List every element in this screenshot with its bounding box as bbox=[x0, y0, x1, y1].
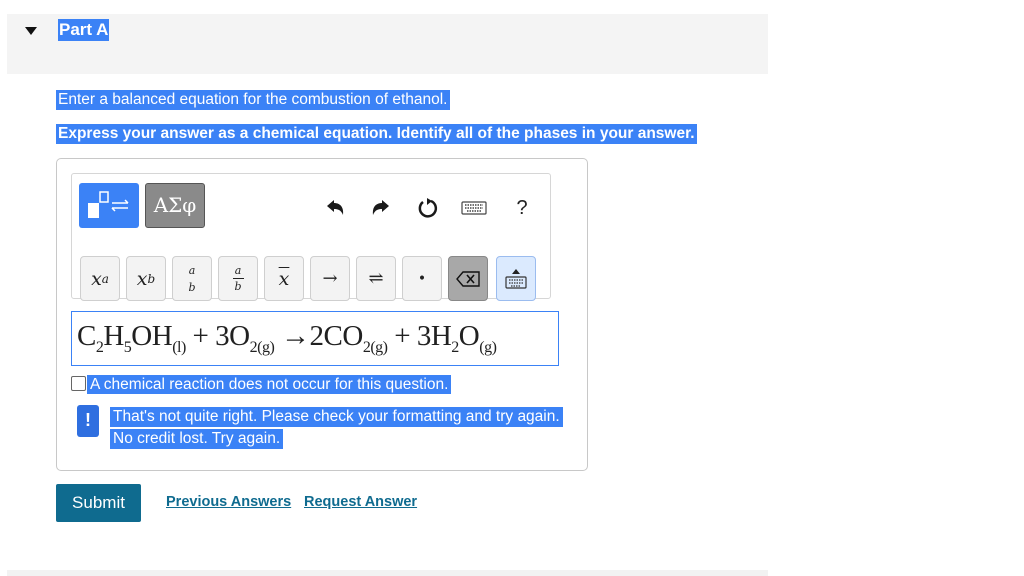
superscript-key-exp: a bbox=[101, 271, 109, 286]
feedback-note: No credit lost. Try again. bbox=[110, 429, 284, 449]
part-title: Part A bbox=[58, 19, 110, 41]
keyboard-up-icon bbox=[505, 268, 527, 289]
ratio-key[interactable]: ab bbox=[218, 256, 258, 301]
eq-co2-sub: 2(g) bbox=[362, 339, 388, 356]
greek-symbols-tab[interactable]: ΑΣφ bbox=[145, 183, 205, 228]
collapse-triangle-icon[interactable] bbox=[24, 24, 38, 36]
undo-icon[interactable] bbox=[322, 194, 350, 222]
ratio-key-den: b bbox=[234, 280, 242, 293]
redo-icon[interactable] bbox=[366, 194, 394, 222]
templates-tab[interactable] bbox=[79, 183, 139, 228]
fraction-key-num: a bbox=[188, 263, 196, 277]
no-reaction-label: A chemical reaction does not occur for t… bbox=[87, 375, 452, 394]
eq-h: H bbox=[103, 320, 124, 352]
eq-oxygen-sub: 2(g) bbox=[249, 339, 275, 356]
arrow-key[interactable]: → bbox=[310, 256, 350, 301]
templates-icon bbox=[88, 191, 129, 218]
feedback-message: That's not quite right. Please check you… bbox=[110, 407, 563, 427]
keyboard-toggle-key[interactable] bbox=[496, 256, 536, 301]
no-reaction-checkbox[interactable] bbox=[71, 376, 86, 391]
submit-button[interactable]: Submit bbox=[56, 484, 141, 522]
request-answer-link[interactable]: Request Answer bbox=[304, 494, 417, 510]
previous-answers-link[interactable]: Previous Answers bbox=[166, 494, 291, 510]
ratio-key-num: a bbox=[234, 264, 242, 277]
alert-icon: ! bbox=[77, 405, 99, 437]
subscript-key-sub: b bbox=[147, 271, 156, 286]
eq-water-h-sub: 2 bbox=[451, 339, 459, 356]
fraction-key[interactable]: ab bbox=[172, 256, 212, 301]
question-instruction: Express your answer as a chemical equati… bbox=[56, 124, 697, 144]
eq-water-h: + 3H bbox=[387, 320, 452, 352]
next-part-header bbox=[7, 570, 768, 576]
eq-oxygen: + 3O bbox=[185, 320, 251, 352]
equation-input[interactable]: C2H5OH(l) + 3O2(g) →2CO2(g) + 3H2O(g) bbox=[71, 311, 559, 366]
question-prompt: Enter a balanced equation for the combus… bbox=[56, 90, 450, 110]
eq-water-o: O bbox=[458, 320, 480, 352]
backspace-icon bbox=[456, 270, 480, 287]
eq-water-phase: (g) bbox=[479, 339, 497, 356]
keyboard-icon[interactable] bbox=[460, 194, 488, 222]
math-toolbar: ΑΣφ ? xa xb ab ab x → ⇌ • bbox=[71, 173, 551, 301]
backspace-key[interactable] bbox=[448, 256, 488, 301]
subscript-key[interactable]: xb bbox=[126, 256, 166, 301]
help-button[interactable]: ? bbox=[508, 194, 536, 222]
part-header bbox=[7, 14, 768, 74]
mean-key[interactable]: x bbox=[264, 256, 304, 301]
eq-oh: OH bbox=[131, 320, 173, 352]
eq-c: C bbox=[77, 320, 96, 352]
fraction-key-den: b bbox=[188, 280, 196, 294]
superscript-key[interactable]: xa bbox=[80, 256, 120, 301]
reset-icon[interactable] bbox=[414, 194, 442, 222]
eq-ethanol-phase: (l) bbox=[172, 339, 186, 356]
eq-arrow-co: →2CO bbox=[274, 320, 363, 352]
dot-key[interactable]: • bbox=[402, 256, 442, 301]
equilibrium-key[interactable]: ⇌ bbox=[356, 256, 396, 301]
subscript-key-base: x bbox=[136, 267, 148, 290]
superscript-key-base: x bbox=[91, 267, 102, 290]
